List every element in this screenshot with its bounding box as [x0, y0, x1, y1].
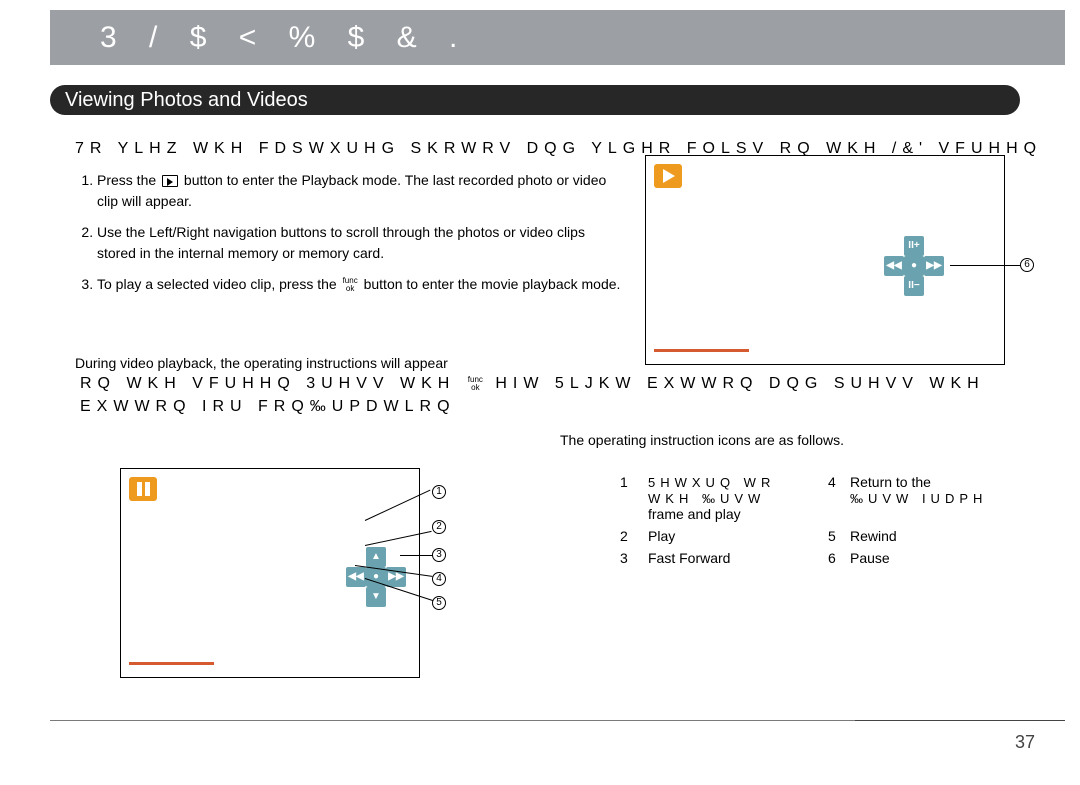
legend-row-1: 1 5HWXUQ WR WKH ‰UVW frame and play 4 Re…	[620, 474, 1030, 522]
progress-bar-bottom	[129, 662, 214, 665]
callout-2: 2	[432, 520, 446, 534]
legend-txt-4: Return to the ‰UVW IUDPH	[850, 474, 1030, 522]
during-line: During video playback, the operating ins…	[75, 355, 448, 371]
ok-label: ok	[343, 285, 358, 293]
step-1-text-a: Press the	[97, 172, 160, 188]
corr1b: HIW 5LJKW EXWWRQ DQG SUHVV WKH	[495, 375, 984, 392]
page-number: 37	[1015, 732, 1035, 753]
corrupted-line-1: RQ WKH VFUHHQ 3UHVV WKH func ok HIW 5LJK…	[80, 375, 985, 393]
section-header: Viewing Photos and Videos	[50, 85, 1020, 115]
callout-6: 6	[1020, 258, 1034, 272]
footer-accent	[855, 720, 1065, 721]
step-2: Use the Left/Right navigation buttons to…	[97, 222, 625, 264]
lcd-preview-pause: ▲ ▼ ◀◀ ▶▶ ●	[120, 468, 420, 678]
legend-num-2: 2	[620, 528, 648, 544]
corr1a: RQ WKH VFUHHQ 3UHVV WKH	[80, 375, 455, 392]
func-ok-icon: func ok	[343, 277, 358, 293]
ok-label-2: ok	[468, 384, 483, 392]
dpad-left-icon-2: ◀◀	[346, 567, 366, 587]
dpad-left-icon: ◀◀	[884, 256, 904, 276]
dpad-up-icon-2: ▲	[366, 547, 386, 567]
corrupted-line-2: EXWWRQ IRU FRQ‰UPDWLRQ	[80, 398, 456, 416]
step-3: To play a selected video clip, press the…	[97, 274, 625, 295]
callout-4: 4	[432, 572, 446, 586]
instruction-steps: Press the button to enter the Playback m…	[75, 170, 625, 305]
dpad-bottom: ▲ ▼ ◀◀ ▶▶ ●	[346, 547, 406, 607]
legend-1a-line2: frame and play	[648, 506, 741, 522]
dpad-center-icon: ●	[904, 256, 924, 276]
legend-num-5: 5	[828, 528, 850, 544]
legend-num-4: 4	[828, 474, 850, 522]
legend-txt-6: Pause	[850, 550, 1030, 566]
dpad-down-icon: II−	[904, 276, 924, 296]
legend-4-corr: ‰UVW IUDPH	[850, 491, 987, 506]
callout-line-6	[950, 265, 1020, 266]
step-3-text-a: To play a selected video clip, press the	[97, 276, 341, 292]
dpad-up-icon: II+	[904, 236, 924, 256]
legend-txt-5: Rewind	[850, 528, 1030, 544]
manual-page: 3 / $ < % $ & . Viewing Photos and Video…	[0, 0, 1080, 785]
dpad-top: II+ II− ◀◀ ▶▶ ●	[884, 236, 944, 296]
legend-txt-3: Fast Forward	[648, 550, 828, 566]
step-3-text-b: button to enter the movie playback mode.	[364, 276, 621, 292]
legend-row-2: 2 Play 5 Rewind	[620, 528, 1030, 544]
legend-txt-1: 5HWXUQ WR WKH ‰UVW frame and play	[648, 474, 828, 522]
progress-bar-top	[654, 349, 749, 352]
legend-num-1: 1	[620, 474, 648, 522]
func-ok-icon-2: func ok	[468, 376, 483, 392]
legend-txt-2: Play	[648, 528, 828, 544]
dpad-down-icon-2: ▼	[366, 587, 386, 607]
pause-badge-icon	[129, 477, 157, 501]
lcd-preview-play: II+ II− ◀◀ ▶▶ ●	[645, 155, 1005, 365]
callout-1: 1	[432, 485, 446, 499]
legend-num-6: 6	[828, 550, 850, 566]
callout-line-3	[400, 555, 433, 556]
operating-desc: The operating instruction icons are as f…	[560, 432, 844, 448]
legend-4-line1: Return to the	[850, 474, 931, 490]
play-badge-icon	[654, 164, 682, 188]
callout-5: 5	[432, 596, 446, 610]
callout-3: 3	[432, 548, 446, 562]
banner-title: 3 / $ < % $ & .	[100, 21, 469, 55]
legend-1a-corr: 5HWXUQ WR WKH ‰UVW	[648, 475, 775, 506]
playback-icon	[162, 175, 178, 187]
top-banner: 3 / $ < % $ & .	[50, 10, 1065, 65]
section-title: Viewing Photos and Videos	[65, 89, 308, 112]
dpad-right-icon: ▶▶	[924, 256, 944, 276]
legend-num-3: 3	[620, 550, 648, 566]
legend-row-3: 3 Fast Forward 6 Pause	[620, 550, 1030, 566]
step-1: Press the button to enter the Playback m…	[97, 170, 625, 212]
legend-table: 1 5HWXUQ WR WKH ‰UVW frame and play 4 Re…	[620, 474, 1030, 572]
